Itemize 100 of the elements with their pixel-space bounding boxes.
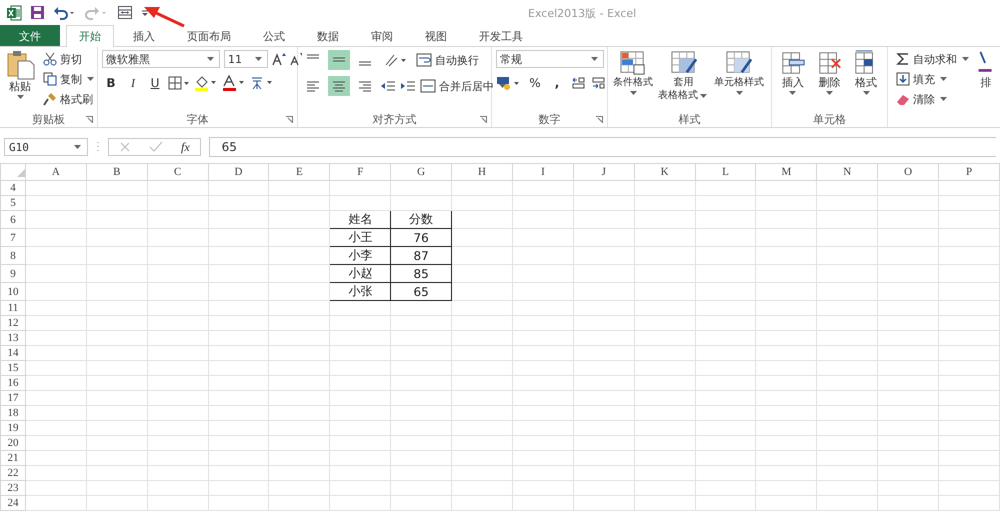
row-header[interactable]: 5: [0, 196, 26, 210]
style-button[interactable]: 单元格样式: [713, 50, 765, 97]
row-header[interactable]: 9: [0, 264, 26, 282]
decrease-indent-icon[interactable]: [380, 79, 396, 93]
column-header[interactable]: O: [878, 164, 939, 180]
file-tab[interactable]: 文件: [0, 25, 60, 46]
fill-button[interactable]: 填充: [896, 70, 971, 88]
ribbon-tab[interactable]: 数据: [304, 25, 352, 46]
border-icon[interactable]: [168, 76, 190, 90]
form-icon[interactable]: [117, 5, 133, 20]
style-button[interactable]: 套用 表格格式: [657, 50, 710, 102]
increase-font-size-icon[interactable]: [272, 52, 286, 66]
row-header[interactable]: 14: [0, 346, 26, 360]
column-header[interactable]: H: [452, 164, 512, 180]
font-color-icon[interactable]: [222, 75, 246, 91]
cut-button[interactable]: 剪切: [43, 50, 96, 68]
number-format-field[interactable]: 常规: [496, 50, 604, 68]
percent-button[interactable]: %: [526, 74, 544, 92]
cells-button[interactable]: 删除: [812, 50, 846, 97]
row-header[interactable]: 4: [0, 180, 26, 196]
column-header[interactable]: A: [25, 164, 86, 180]
row-header[interactable]: 15: [0, 360, 26, 376]
column-header[interactable]: N: [816, 164, 878, 180]
group-label: 剪贴板: [32, 112, 65, 126]
comma-style-button[interactable]: ,: [548, 74, 566, 92]
table-format-icon: [670, 50, 698, 76]
bold-button[interactable]: B: [102, 74, 120, 92]
dialog-launcher-icon[interactable]: [596, 116, 603, 123]
dialog-launcher-icon[interactable]: [480, 116, 487, 123]
decrease-decimal-icon[interactable]: [590, 76, 606, 90]
column-header[interactable]: J: [573, 164, 634, 180]
middle-align-icon[interactable]: [328, 50, 350, 70]
row-header[interactable]: 7: [0, 228, 26, 246]
excel-logo-icon[interactable]: [6, 4, 22, 20]
column-header[interactable]: D: [208, 164, 269, 180]
font-size-field[interactable]: 11: [224, 50, 268, 68]
italic-button[interactable]: I: [124, 74, 142, 92]
cells-button[interactable]: 格式: [849, 50, 884, 97]
column-header[interactable]: E: [268, 164, 330, 180]
center-align-icon[interactable]: [328, 76, 350, 96]
column-header[interactable]: M: [756, 164, 817, 180]
clear-button[interactable]: 清除: [896, 90, 971, 108]
underline-button[interactable]: U: [146, 74, 164, 92]
sort-button[interactable]: 排: [975, 50, 997, 89]
column-header[interactable]: C: [147, 164, 208, 180]
autosum-button[interactable]: 自动求和: [896, 50, 971, 68]
row-header[interactable]: 22: [0, 466, 26, 480]
formula-field[interactable]: 65: [208, 137, 996, 157]
ribbon-tab[interactable]: 开始: [66, 25, 114, 47]
name-box[interactable]: G10: [4, 138, 88, 156]
format-painter-button[interactable]: 格式刷: [43, 90, 96, 108]
decrease-font-size-icon[interactable]: [290, 52, 304, 66]
ribbon-tab[interactable]: 插入: [120, 25, 168, 46]
customize-dropdown-icon[interactable]: [141, 8, 149, 18]
caret-icon: [789, 91, 796, 95]
row-header[interactable]: 10: [0, 282, 26, 300]
column-header[interactable]: I: [512, 164, 574, 180]
text-orientation-icon[interactable]: [384, 53, 408, 67]
ribbon-tab[interactable]: 审阅: [358, 25, 406, 46]
ribbon-tab[interactable]: 公式: [250, 25, 298, 46]
row-header[interactable]: 11: [0, 300, 26, 316]
row-header[interactable]: 16: [0, 376, 26, 390]
paste-button[interactable]: 粘贴: [4, 50, 36, 101]
row-header[interactable]: 23: [0, 480, 26, 496]
cells-button[interactable]: 插入: [776, 50, 810, 97]
row-header[interactable]: 24: [0, 496, 26, 510]
row-header[interactable]: 13: [0, 330, 26, 346]
caret-icon: [940, 77, 947, 81]
save-icon[interactable]: [30, 5, 45, 20]
fill-color-icon[interactable]: [194, 75, 218, 91]
column-header[interactable]: B: [86, 164, 148, 180]
column-header[interactable]: K: [634, 164, 696, 180]
ribbon-tab[interactable]: 视图: [412, 25, 460, 46]
undo-icon[interactable]: [53, 5, 77, 20]
increase-indent-icon[interactable]: [400, 79, 416, 93]
phonetic-guide-icon[interactable]: [250, 75, 274, 91]
insert-function-button[interactable]: fx: [181, 140, 190, 154]
font-name-field[interactable]: 微软雅黑: [102, 50, 220, 68]
row-header[interactable]: 19: [0, 420, 26, 436]
row-header[interactable]: 12: [0, 316, 26, 330]
row-header[interactable]: 20: [0, 436, 26, 450]
row-header[interactable]: 8: [0, 246, 26, 264]
column-header[interactable]: F: [330, 164, 391, 180]
row-header[interactable]: 18: [0, 406, 26, 420]
style-button[interactable]: 条件格式: [612, 50, 654, 97]
dialog-launcher-icon[interactable]: [286, 116, 293, 123]
column-header[interactable]: L: [695, 164, 756, 180]
row-header[interactable]: 21: [0, 450, 26, 466]
ribbon-tab[interactable]: 开发工具: [466, 25, 536, 46]
ribbon-tab[interactable]: 页面布局: [174, 25, 244, 46]
column-header[interactable]: P: [938, 164, 1000, 180]
increase-decimal-icon[interactable]: [570, 76, 586, 90]
row-header[interactable]: 17: [0, 390, 26, 406]
copy-button[interactable]: 复制: [43, 70, 96, 88]
merge-center-button[interactable]: 合并后居中: [420, 77, 508, 95]
dialog-launcher-icon[interactable]: [86, 116, 93, 123]
currency-format-icon[interactable]: [496, 75, 522, 91]
wrap-text-button[interactable]: 自动换行: [416, 51, 479, 69]
column-header[interactable]: G: [390, 164, 452, 180]
row-header[interactable]: 6: [0, 210, 26, 228]
